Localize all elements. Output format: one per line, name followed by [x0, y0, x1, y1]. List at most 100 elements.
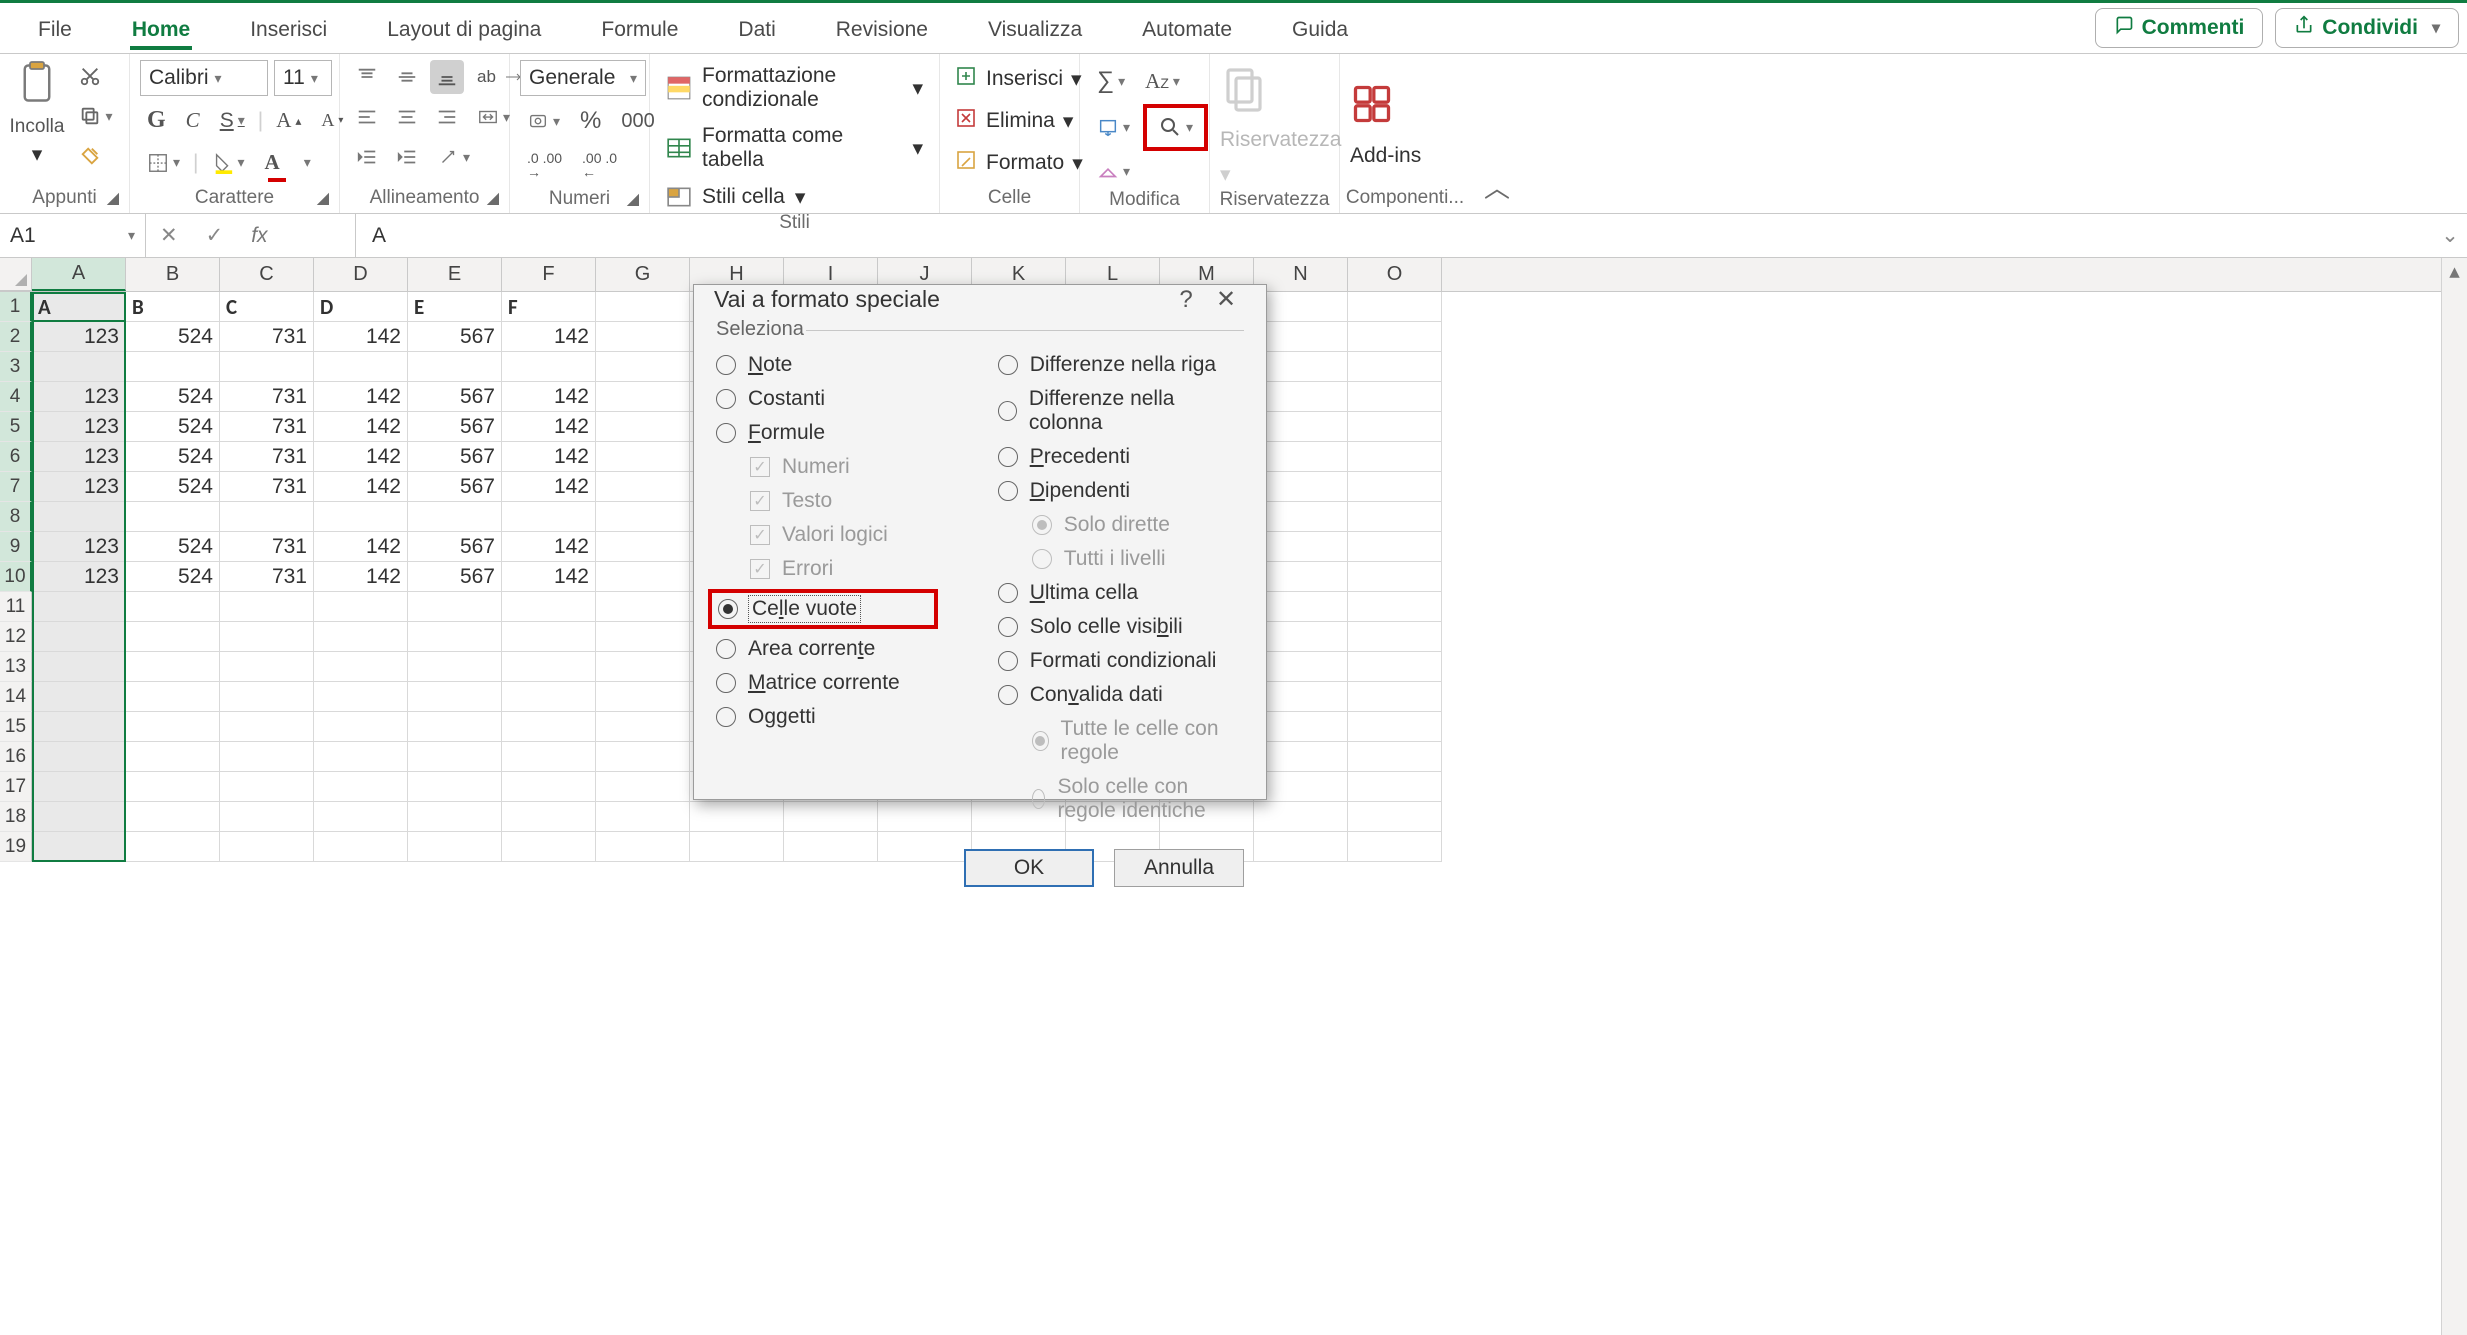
- cell[interactable]: 142: [314, 322, 408, 352]
- cell[interactable]: [126, 352, 220, 382]
- cell[interactable]: [32, 502, 126, 532]
- cell[interactable]: [1348, 652, 1442, 682]
- cell[interactable]: [1348, 622, 1442, 652]
- cell[interactable]: 567: [408, 442, 502, 472]
- cell[interactable]: 567: [408, 472, 502, 502]
- tab-automate[interactable]: Automate: [1112, 8, 1262, 48]
- cell[interactable]: [220, 622, 314, 652]
- cell[interactable]: [502, 682, 596, 712]
- cell[interactable]: 731: [220, 322, 314, 352]
- cell[interactable]: 142: [314, 562, 408, 592]
- column-header-A[interactable]: A: [32, 258, 126, 291]
- cell[interactable]: [220, 352, 314, 382]
- cell[interactable]: [1254, 292, 1348, 322]
- cell[interactable]: [408, 352, 502, 382]
- cell[interactable]: [220, 682, 314, 712]
- cell[interactable]: [502, 712, 596, 742]
- cell[interactable]: [314, 742, 408, 772]
- cell[interactable]: [502, 802, 596, 832]
- autosum-button[interactable]: ∑▾: [1090, 62, 1132, 100]
- cell[interactable]: D: [314, 292, 408, 322]
- cell[interactable]: 524: [126, 472, 220, 502]
- tab-insert[interactable]: Inserisci: [220, 8, 357, 48]
- cell[interactable]: [1254, 562, 1348, 592]
- cell[interactable]: 123: [32, 382, 126, 412]
- share-button[interactable]: Condividi ▾: [2275, 8, 2459, 48]
- cell[interactable]: [32, 622, 126, 652]
- cell[interactable]: 123: [32, 442, 126, 472]
- cell[interactable]: [596, 832, 690, 862]
- cell[interactable]: 123: [32, 472, 126, 502]
- tab-formulas[interactable]: Formule: [571, 8, 708, 48]
- radio-diff-col[interactable]: Differenze nella colonna: [998, 385, 1244, 437]
- cell[interactable]: 142: [314, 472, 408, 502]
- cell[interactable]: 524: [126, 382, 220, 412]
- column-header-N[interactable]: N: [1254, 258, 1348, 291]
- cell[interactable]: 567: [408, 382, 502, 412]
- name-box[interactable]: A1 ▾: [0, 214, 146, 257]
- cell[interactable]: [314, 832, 408, 862]
- cell[interactable]: [596, 472, 690, 502]
- cell[interactable]: [314, 682, 408, 712]
- chevron-down-icon[interactable]: ▾: [32, 142, 43, 167]
- cell[interactable]: [1254, 832, 1348, 862]
- cell[interactable]: [220, 652, 314, 682]
- column-header-E[interactable]: E: [408, 258, 502, 291]
- cell[interactable]: [126, 682, 220, 712]
- row-header-1[interactable]: 1: [0, 292, 32, 322]
- cell[interactable]: [502, 352, 596, 382]
- sensitivity-button-label[interactable]: Riservatezza: [1220, 128, 1341, 152]
- increase-decimal-button[interactable]: .0 .00→: [520, 146, 569, 184]
- cell[interactable]: [220, 502, 314, 532]
- cell[interactable]: [1254, 502, 1348, 532]
- comments-button[interactable]: Commenti: [2095, 8, 2264, 48]
- cell[interactable]: [126, 772, 220, 802]
- cell[interactable]: B: [126, 292, 220, 322]
- cell[interactable]: [1254, 442, 1348, 472]
- dialog-launcher-icon[interactable]: ◢: [317, 188, 329, 208]
- cell[interactable]: [314, 352, 408, 382]
- cell[interactable]: 731: [220, 532, 314, 562]
- accept-formula-icon[interactable]: ✓: [206, 223, 224, 248]
- cell[interactable]: A: [32, 292, 126, 322]
- radio-note[interactable]: Note: [716, 351, 938, 379]
- font-size-combo[interactable]: 11▾: [274, 60, 332, 96]
- cell[interactable]: [1254, 622, 1348, 652]
- addins-button-label[interactable]: Add-ins: [1350, 144, 1421, 168]
- cell[interactable]: 567: [408, 532, 502, 562]
- vertical-scrollbar[interactable]: ▴: [2441, 258, 2467, 1335]
- cell[interactable]: [126, 592, 220, 622]
- align-bottom-button[interactable]: [430, 60, 464, 94]
- cell[interactable]: [1348, 502, 1442, 532]
- cell[interactable]: [408, 802, 502, 832]
- cell[interactable]: [314, 622, 408, 652]
- column-header-C[interactable]: C: [220, 258, 314, 291]
- tab-view[interactable]: Visualizza: [958, 8, 1112, 48]
- fx-button[interactable]: fx: [251, 224, 267, 248]
- cell[interactable]: [314, 592, 408, 622]
- cell[interactable]: [596, 502, 690, 532]
- cell[interactable]: 142: [502, 442, 596, 472]
- cell[interactable]: C: [220, 292, 314, 322]
- cell[interactable]: 731: [220, 562, 314, 592]
- cell[interactable]: 142: [502, 322, 596, 352]
- cell[interactable]: [596, 412, 690, 442]
- cell[interactable]: 567: [408, 412, 502, 442]
- radio-costanti[interactable]: Costanti: [716, 385, 938, 413]
- align-top-button[interactable]: [350, 60, 384, 94]
- cell[interactable]: [32, 832, 126, 862]
- radio-ultima-cella[interactable]: Ultima cella: [998, 579, 1244, 607]
- cell[interactable]: [1348, 772, 1442, 802]
- cell[interactable]: [596, 772, 690, 802]
- copy-button[interactable]: ▾: [72, 100, 119, 132]
- cell[interactable]: [502, 622, 596, 652]
- cell[interactable]: 731: [220, 412, 314, 442]
- cell[interactable]: [502, 502, 596, 532]
- cell[interactable]: [314, 502, 408, 532]
- decrease-decimal-button[interactable]: .00 .0←: [575, 146, 624, 184]
- row-header-15[interactable]: 15: [0, 712, 32, 742]
- align-middle-button[interactable]: [390, 60, 424, 94]
- cell[interactable]: [126, 622, 220, 652]
- clear-button[interactable]: ▾: [1090, 155, 1137, 187]
- tab-review[interactable]: Revisione: [806, 8, 958, 48]
